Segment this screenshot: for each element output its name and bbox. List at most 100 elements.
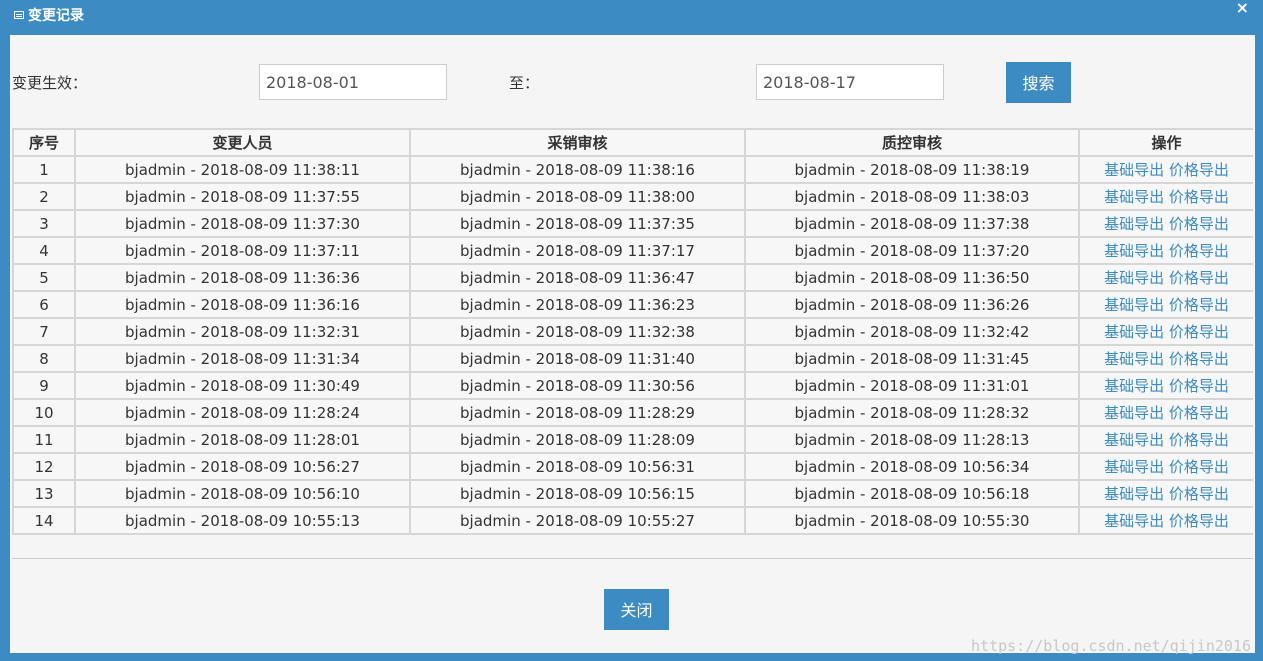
cell-actions: 基础导出 价格导出 (1078, 236, 1253, 265)
cell-changer: bjadmin - 2018-08-09 10:56:10 (74, 479, 411, 508)
cell-qc-review: bjadmin - 2018-08-09 11:36:50 (744, 263, 1080, 292)
cell-purchase-review: bjadmin - 2018-08-09 11:38:00 (409, 182, 746, 211)
cell-actions: 基础导出 价格导出 (1078, 398, 1253, 427)
cell-actions: 基础导出 价格导出 (1078, 263, 1253, 292)
table-body: 1 bjadmin - 2018-08-09 11:38:11 bjadmin - … (12, 155, 1253, 535)
basic-export-link[interactable]: 基础导出 (1104, 323, 1164, 341)
cell-changer: bjadmin - 2018-08-09 11:32:31 (74, 317, 411, 346)
cell-qc-review: bjadmin - 2018-08-09 11:28:32 (744, 398, 1080, 427)
cell-changer: bjadmin - 2018-08-09 11:30:49 (74, 371, 411, 400)
cell-no: 6 (12, 290, 76, 319)
table-row: 12 bjadmin - 2018-08-09 10:56:27 bjadmin -… (12, 452, 1253, 481)
cell-purchase-review: bjadmin - 2018-08-09 10:55:27 (409, 506, 746, 535)
cell-changer: bjadmin - 2018-08-09 11:28:24 (74, 398, 411, 427)
basic-export-link[interactable]: 基础导出 (1104, 512, 1164, 530)
end-date-input[interactable] (756, 64, 944, 100)
basic-export-link[interactable]: 基础导出 (1104, 215, 1164, 233)
header-changer: 变更人员 (74, 128, 411, 157)
cell-changer: bjadmin - 2018-08-09 11:37:30 (74, 209, 411, 238)
table-row: 4 bjadmin - 2018-08-09 11:37:11 bjadmin - … (12, 236, 1253, 265)
price-export-link[interactable]: 价格导出 (1169, 242, 1229, 260)
cell-qc-review: bjadmin - 2018-08-09 11:32:42 (744, 317, 1080, 346)
cell-purchase-review: bjadmin - 2018-08-09 11:32:38 (409, 317, 746, 346)
cell-purchase-review: bjadmin - 2018-08-09 11:30:56 (409, 371, 746, 400)
cell-changer: bjadmin - 2018-08-09 11:36:16 (74, 290, 411, 319)
price-export-link[interactable]: 价格导出 (1169, 188, 1229, 206)
cell-purchase-review: bjadmin - 2018-08-09 11:28:09 (409, 425, 746, 454)
cell-actions: 基础导出 价格导出 (1078, 506, 1253, 535)
cell-changer: bjadmin - 2018-08-09 10:56:27 (74, 452, 411, 481)
cell-actions: 基础导出 价格导出 (1078, 479, 1253, 508)
change-record-dialog: 变更记录 × 变更生效： 至： 搜索 序号 变更人员 (0, 0, 1263, 661)
table-row: 9 bjadmin - 2018-08-09 11:30:49 bjadmin - … (12, 371, 1253, 400)
basic-export-link[interactable]: 基础导出 (1104, 269, 1164, 287)
cell-qc-review: bjadmin - 2018-08-09 10:56:18 (744, 479, 1080, 508)
table-row: 10 bjadmin - 2018-08-09 11:28:24 bjadmin -… (12, 398, 1253, 427)
header-purchase-review: 采销审核 (409, 128, 746, 157)
cell-actions: 基础导出 价格导出 (1078, 317, 1253, 346)
basic-export-link[interactable]: 基础导出 (1104, 296, 1164, 314)
table-row: 14 bjadmin - 2018-08-09 10:55:13 bjadmin -… (12, 506, 1253, 535)
price-export-link[interactable]: 价格导出 (1169, 350, 1229, 368)
basic-export-link[interactable]: 基础导出 (1104, 242, 1164, 260)
cell-purchase-review: bjadmin - 2018-08-09 11:37:17 (409, 236, 746, 265)
cell-no: 13 (12, 479, 76, 508)
price-export-link[interactable]: 价格导出 (1169, 269, 1229, 287)
cell-purchase-review: bjadmin - 2018-08-09 11:36:47 (409, 263, 746, 292)
watermark: https://blog.csdn.net/qijin2016 (971, 637, 1251, 655)
cell-changer: bjadmin - 2018-08-09 11:37:11 (74, 236, 411, 265)
basic-export-link[interactable]: 基础导出 (1104, 188, 1164, 206)
price-export-link[interactable]: 价格导出 (1169, 485, 1229, 503)
basic-export-link[interactable]: 基础导出 (1104, 350, 1164, 368)
cell-no: 14 (12, 506, 76, 535)
table-row: 8 bjadmin - 2018-08-09 11:31:34 bjadmin - … (12, 344, 1253, 373)
table-row: 6 bjadmin - 2018-08-09 11:36:16 bjadmin - … (12, 290, 1253, 319)
price-export-link[interactable]: 价格导出 (1169, 161, 1229, 179)
cell-changer: bjadmin - 2018-08-09 11:28:01 (74, 425, 411, 454)
price-export-link[interactable]: 价格导出 (1169, 512, 1229, 530)
cell-qc-review: bjadmin - 2018-08-09 11:28:13 (744, 425, 1080, 454)
price-export-link[interactable]: 价格导出 (1169, 215, 1229, 233)
records-table-container[interactable]: 序号 变更人员 采销审核 质控审核 操作 1 bjadmin - 2018-08-… (12, 128, 1253, 559)
basic-export-link[interactable]: 基础导出 (1104, 161, 1164, 179)
cell-purchase-review: bjadmin - 2018-08-09 11:31:40 (409, 344, 746, 373)
basic-export-link[interactable]: 基础导出 (1104, 377, 1164, 395)
cell-actions: 基础导出 价格导出 (1078, 182, 1253, 211)
start-date-input[interactable] (259, 64, 447, 100)
price-export-link[interactable]: 价格导出 (1169, 377, 1229, 395)
cell-qc-review: bjadmin - 2018-08-09 11:31:45 (744, 344, 1080, 373)
cell-no: 4 (12, 236, 76, 265)
table-row: 2 bjadmin - 2018-08-09 11:37:55 bjadmin - … (12, 182, 1253, 211)
dialog-content: 变更生效： 至： 搜索 序号 变更人员 采销审核 质控审 (10, 35, 1255, 653)
price-export-link[interactable]: 价格导出 (1169, 404, 1229, 422)
search-button[interactable]: 搜索 (1006, 62, 1071, 103)
price-export-link[interactable]: 价格导出 (1169, 431, 1229, 449)
cell-actions: 基础导出 价格导出 (1078, 209, 1253, 238)
basic-export-link[interactable]: 基础导出 (1104, 485, 1164, 503)
table-row: 5 bjadmin - 2018-08-09 11:36:36 bjadmin - … (12, 263, 1253, 292)
cell-changer: bjadmin - 2018-08-09 11:36:36 (74, 263, 411, 292)
basic-export-link[interactable]: 基础导出 (1104, 458, 1164, 476)
table-row: 3 bjadmin - 2018-08-09 11:37:30 bjadmin - … (12, 209, 1253, 238)
basic-export-link[interactable]: 基础导出 (1104, 404, 1164, 422)
close-button[interactable]: 关闭 (604, 589, 669, 630)
table-header-row: 序号 变更人员 采销审核 质控审核 操作 (12, 128, 1253, 157)
table-row: 11 bjadmin - 2018-08-09 11:28:01 bjadmin -… (12, 425, 1253, 454)
header-actions: 操作 (1078, 128, 1253, 157)
cell-qc-review: bjadmin - 2018-08-09 10:55:30 (744, 506, 1080, 535)
cell-qc-review: bjadmin - 2018-08-09 11:38:19 (744, 155, 1080, 184)
table-row: 7 bjadmin - 2018-08-09 11:32:31 bjadmin - … (12, 317, 1253, 346)
header-no: 序号 (12, 128, 76, 157)
cell-qc-review: bjadmin - 2018-08-09 11:36:26 (744, 290, 1080, 319)
cell-changer: bjadmin - 2018-08-09 11:37:55 (74, 182, 411, 211)
cell-actions: 基础导出 价格导出 (1078, 155, 1253, 184)
cell-no: 7 (12, 317, 76, 346)
close-icon[interactable]: × (1236, 0, 1249, 16)
cell-qc-review: bjadmin - 2018-08-09 11:37:20 (744, 236, 1080, 265)
price-export-link[interactable]: 价格导出 (1169, 296, 1229, 314)
price-export-link[interactable]: 价格导出 (1169, 323, 1229, 341)
price-export-link[interactable]: 价格导出 (1169, 458, 1229, 476)
effective-date-label: 变更生效： (12, 74, 88, 92)
cell-purchase-review: bjadmin - 2018-08-09 11:36:23 (409, 290, 746, 319)
basic-export-link[interactable]: 基础导出 (1104, 431, 1164, 449)
